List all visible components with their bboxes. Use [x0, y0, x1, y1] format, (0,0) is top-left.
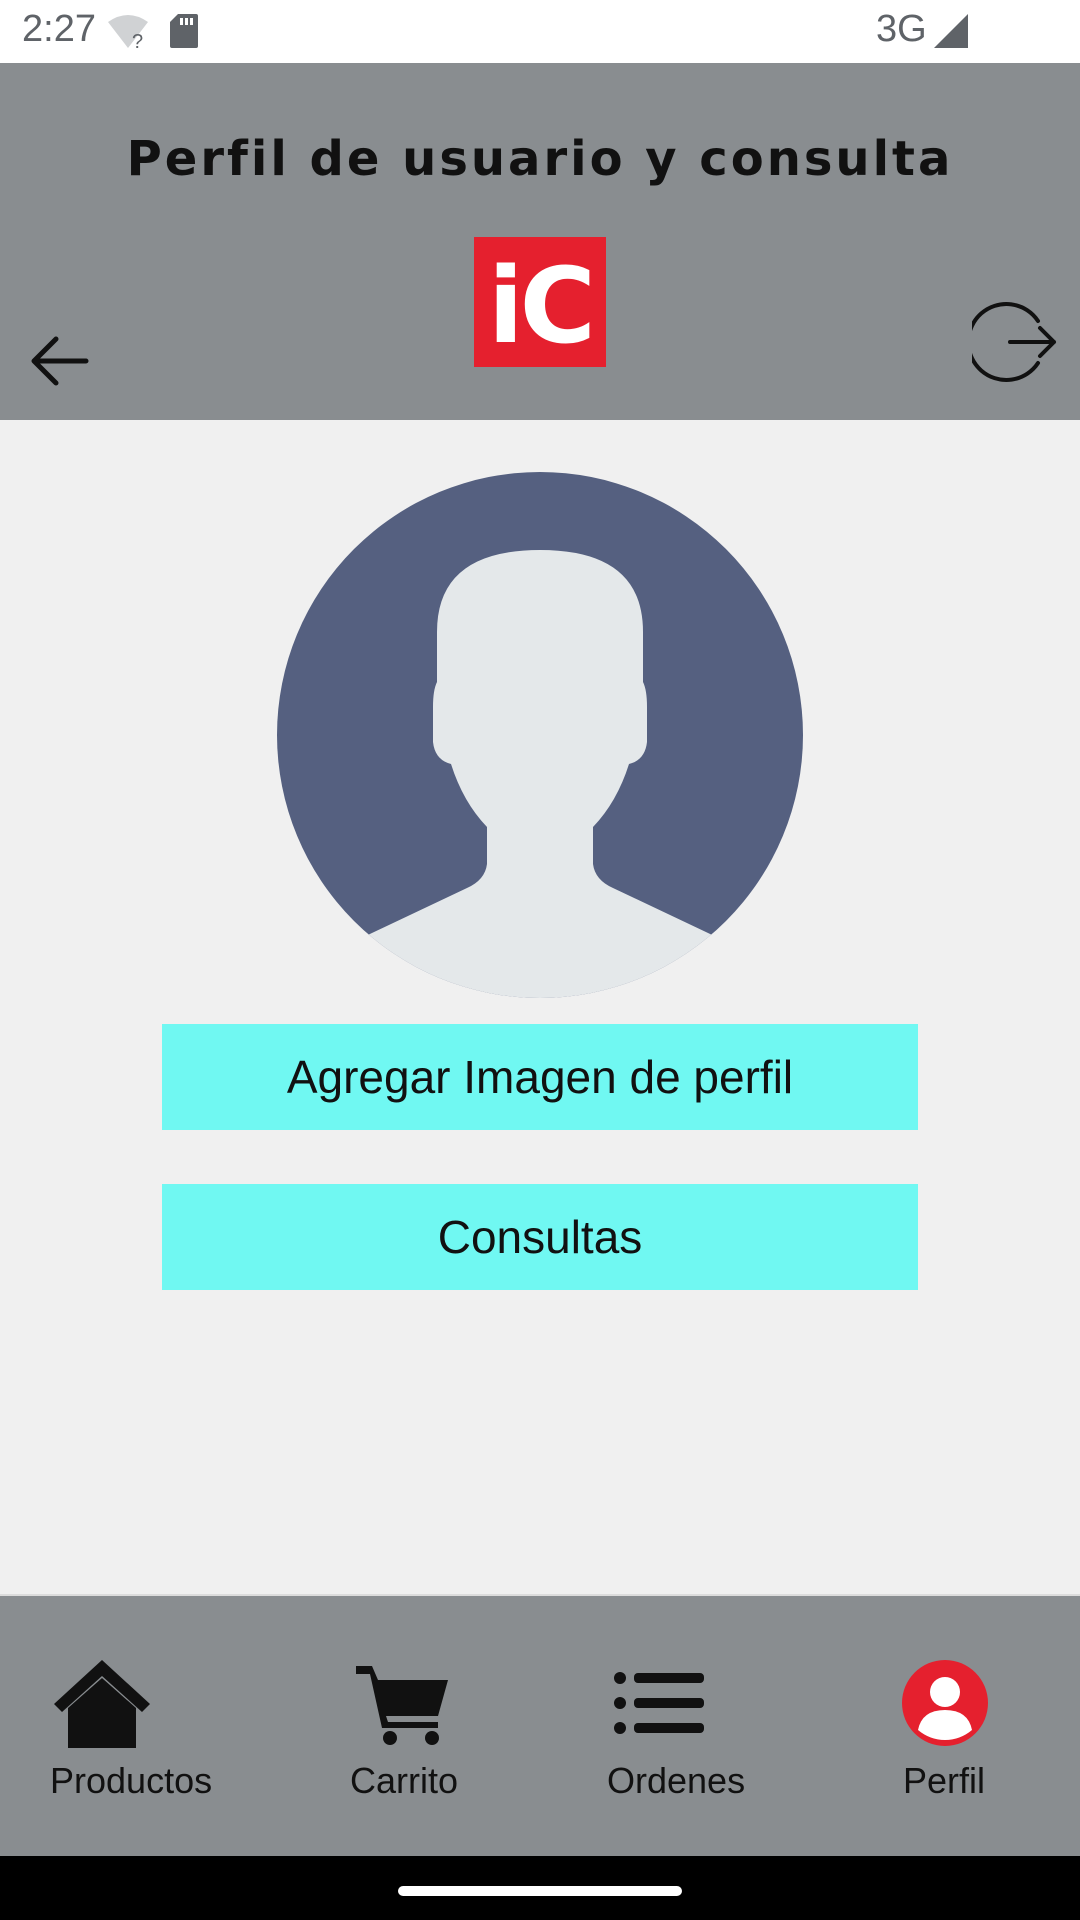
cart-icon	[356, 1666, 448, 1745]
signal-icon	[934, 14, 968, 48]
nav-label-ordenes: Ordenes	[607, 1760, 746, 1801]
nav-item-carrito[interactable]: Carrito	[330, 1596, 480, 1858]
brand-logo: iC	[474, 237, 606, 367]
page-title: Perfil de usuario y consulta	[126, 131, 954, 187]
user-circle-icon	[902, 1660, 988, 1746]
add-profile-image-button[interactable]: Agregar Imagen de perfil	[162, 1024, 918, 1130]
network-type: 3G	[876, 8, 927, 50]
logout-icon[interactable]	[972, 299, 1058, 385]
nav-label-perfil: Perfil	[903, 1760, 986, 1801]
home-gesture-pill[interactable]	[398, 1886, 682, 1896]
svg-text:?: ?	[132, 31, 143, 50]
nav-label-carrito: Carrito	[350, 1760, 459, 1801]
default-user-avatar	[277, 472, 803, 998]
status-bar: 2:27 ? 3G	[0, 0, 1080, 63]
nav-label-productos: Productos	[50, 1760, 213, 1801]
nav-item-ordenes[interactable]: Ordenes	[600, 1596, 750, 1858]
home-icon	[54, 1660, 150, 1748]
sd-card-icon	[170, 14, 198, 48]
system-nav-bar	[0, 1856, 1080, 1920]
header: Perfil de usuario y consulta iC	[0, 63, 1080, 420]
consultas-button[interactable]: Consultas	[162, 1184, 918, 1290]
nav-item-productos[interactable]: Productos	[40, 1596, 230, 1858]
status-time: 2:27	[22, 8, 96, 50]
nav-item-perfil[interactable]: Perfil	[880, 1596, 1010, 1858]
bottom-nav: Productos Carrito Ordenes Perfil	[0, 1594, 1080, 1858]
arrow-left-icon[interactable]	[28, 333, 90, 389]
list-icon	[614, 1672, 704, 1734]
logo-text: iC	[488, 245, 596, 367]
wifi-unknown-icon: ?	[108, 15, 148, 50]
